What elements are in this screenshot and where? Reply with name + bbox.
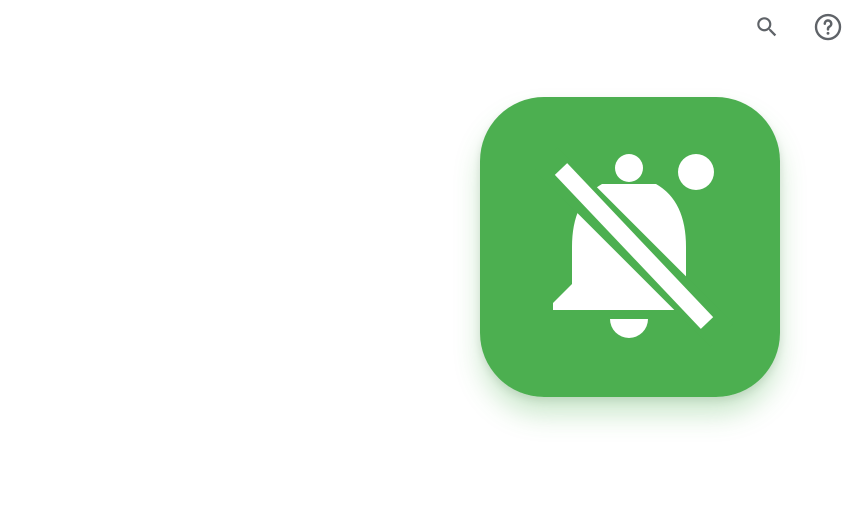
app-screen [0,0,857,522]
top-app-bar [0,0,857,56]
help-circle-icon [814,13,842,41]
search-button[interactable] [747,7,787,47]
notifications-off-with-dot-icon [480,97,780,397]
search-icon [757,17,777,37]
help-button[interactable] [808,7,848,47]
app-icon [480,97,780,397]
